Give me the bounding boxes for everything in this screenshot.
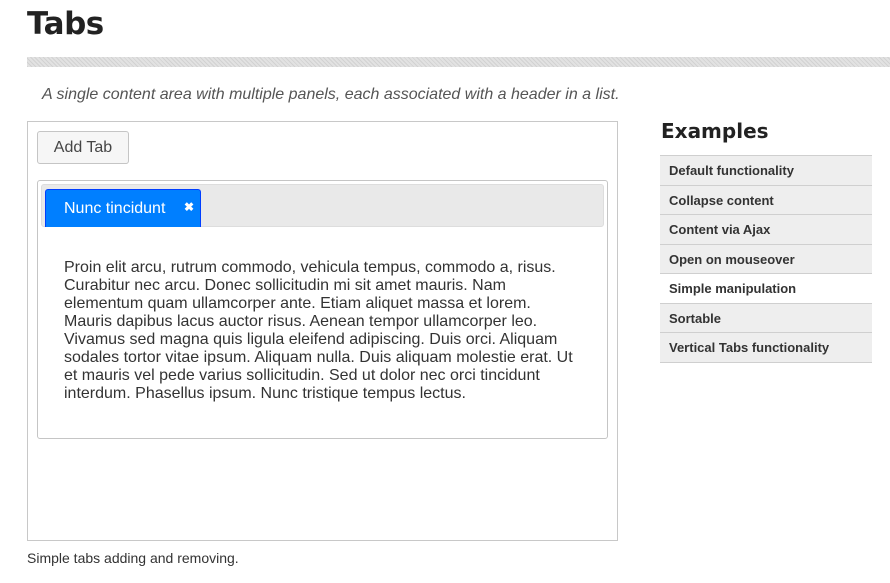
demo-frame: Add Tab Nunc tincidunt ✖ Proin elit arcu… — [27, 121, 618, 541]
example-content-via-ajax[interactable]: Content via Ajax — [660, 215, 872, 245]
examples-list: Default functionality Collapse content C… — [660, 155, 872, 363]
close-icon[interactable]: ✖ — [184, 200, 194, 214]
example-vertical-tabs-functionality[interactable]: Vertical Tabs functionality — [660, 333, 872, 363]
tab-nunc-tincidunt[interactable]: Nunc tincidunt ✖ — [45, 189, 201, 227]
example-default-functionality[interactable]: Default functionality — [660, 156, 872, 186]
tab-panel: Proin elit arcu, rutrum commodo, vehicul… — [64, 259, 573, 402]
add-tab-button[interactable]: Add Tab — [37, 131, 129, 164]
examples-heading: Examples — [661, 119, 769, 143]
title-divider — [27, 57, 890, 67]
tab-nav: Nunc tincidunt ✖ — [41, 184, 604, 227]
example-open-on-mouseover[interactable]: Open on mouseover — [660, 244, 872, 274]
tab-label[interactable]: Nunc tincidunt — [64, 200, 165, 218]
example-simple-manipulation[interactable]: Simple manipulation — [660, 274, 872, 304]
page-description: A single content area with multiple pane… — [42, 86, 620, 103]
demo-caption: Simple tabs adding and removing. — [27, 550, 239, 566]
page-title: Tabs — [27, 6, 104, 42]
example-sortable[interactable]: Sortable — [660, 303, 872, 333]
tabs-widget: Nunc tincidunt ✖ Proin elit arcu, rutrum… — [37, 180, 608, 439]
example-collapse-content[interactable]: Collapse content — [660, 185, 872, 215]
